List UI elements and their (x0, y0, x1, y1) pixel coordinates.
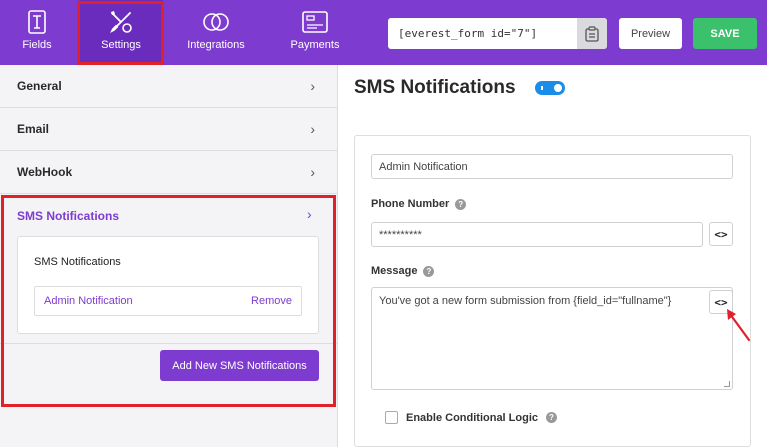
chevron-right-icon: › (310, 78, 315, 94)
conditional-logic-checkbox[interactable] (385, 411, 398, 424)
help-icon[interactable]: ? (455, 198, 467, 210)
settings-icon (108, 9, 134, 35)
help-icon[interactable]: ? (423, 265, 435, 277)
nav-settings-label: Settings (101, 39, 141, 51)
sms-notification-name[interactable]: Admin Notification (44, 295, 133, 307)
chevron-right-icon: › (310, 164, 315, 180)
notification-name-input[interactable]: Admin Notification (371, 154, 733, 179)
fields-icon (28, 9, 46, 35)
shortcode-text[interactable]: [everest_form id="7"] (388, 18, 577, 49)
sidebar-item-label: General (17, 79, 62, 93)
message-label: Message ? (371, 265, 435, 277)
remove-link[interactable]: Remove (251, 295, 292, 307)
sidebar-item-label: Email (17, 122, 50, 136)
conditional-logic-label[interactable]: Enable Conditional Logic (406, 412, 538, 424)
nav-integrations-label: Integrations (187, 39, 245, 51)
phone-number-input[interactable]: ********** (371, 222, 703, 247)
page-title: SMS Notifications (354, 77, 516, 98)
phone-number-label-text: Phone Number (371, 198, 450, 210)
resize-handle[interactable] (724, 381, 730, 387)
chevron-right-icon: › (310, 121, 315, 137)
nav-payments-label: Payments (290, 39, 340, 51)
nav-fields[interactable]: Fields (0, 0, 74, 65)
nav-settings[interactable]: Settings (79, 0, 163, 65)
smart-tag-button[interactable]: <> (709, 222, 733, 246)
conditional-logic-row: Enable Conditional Logic ? (385, 411, 557, 424)
copy-shortcode-button[interactable] (577, 18, 607, 49)
sidebar-item-label: WebHook (17, 165, 73, 179)
settings-sidebar: General › Email › WebHook › SMS Notifica… (0, 65, 337, 447)
message-text: You've got a new form submission from {f… (379, 295, 672, 307)
shortcode-field[interactable]: [everest_form id="7"] (388, 18, 607, 49)
toggle-knob (554, 84, 562, 92)
nav-payments[interactable]: Payments (277, 0, 353, 65)
code-brackets-icon: <> (714, 295, 728, 309)
sms-notification-row[interactable]: Admin Notification Remove (34, 286, 302, 316)
sms-section-header[interactable]: SMS Notifications (17, 209, 119, 223)
payments-icon (302, 9, 328, 35)
message-label-text: Message (371, 265, 418, 277)
nav-integrations[interactable]: Integrations (172, 0, 260, 65)
sidebar-item-sms-notifications: SMS Notifications › SMS Notifications Ad… (0, 195, 337, 343)
sidebar-item-email[interactable]: Email › (0, 108, 337, 151)
save-button[interactable]: SAVE (693, 18, 757, 49)
nav-fields-label: Fields (22, 39, 52, 51)
sidebar-item-general[interactable]: General › (0, 65, 337, 108)
sidebar-item-webhook[interactable]: WebHook › (0, 151, 337, 194)
main-panel: SMS Notifications Admin Notification Pho… (338, 65, 767, 447)
sms-form-card: Admin Notification Phone Number ? ******… (354, 135, 751, 447)
message-textarea[interactable]: You've got a new form submission from {f… (371, 287, 733, 390)
toggle-on-indicator (541, 86, 543, 90)
top-toolbar: Fields Settings Integrations Payments [e… (0, 0, 767, 65)
chevron-right-icon[interactable]: › (307, 206, 312, 222)
code-brackets-icon: <> (714, 227, 728, 241)
phone-number-label: Phone Number ? (371, 198, 467, 210)
preview-button[interactable]: Preview (619, 18, 682, 49)
sms-enable-toggle[interactable] (535, 81, 565, 95)
integrations-icon (201, 9, 231, 35)
sms-panel-title: SMS Notifications (34, 256, 121, 268)
add-sms-notification-button[interactable]: Add New SMS Notifications (160, 350, 319, 381)
smart-tag-button[interactable]: <> (709, 290, 733, 314)
sms-notifications-panel: SMS Notifications Admin Notification Rem… (17, 236, 319, 334)
help-icon[interactable]: ? (546, 412, 557, 423)
clipboard-icon (585, 25, 599, 42)
